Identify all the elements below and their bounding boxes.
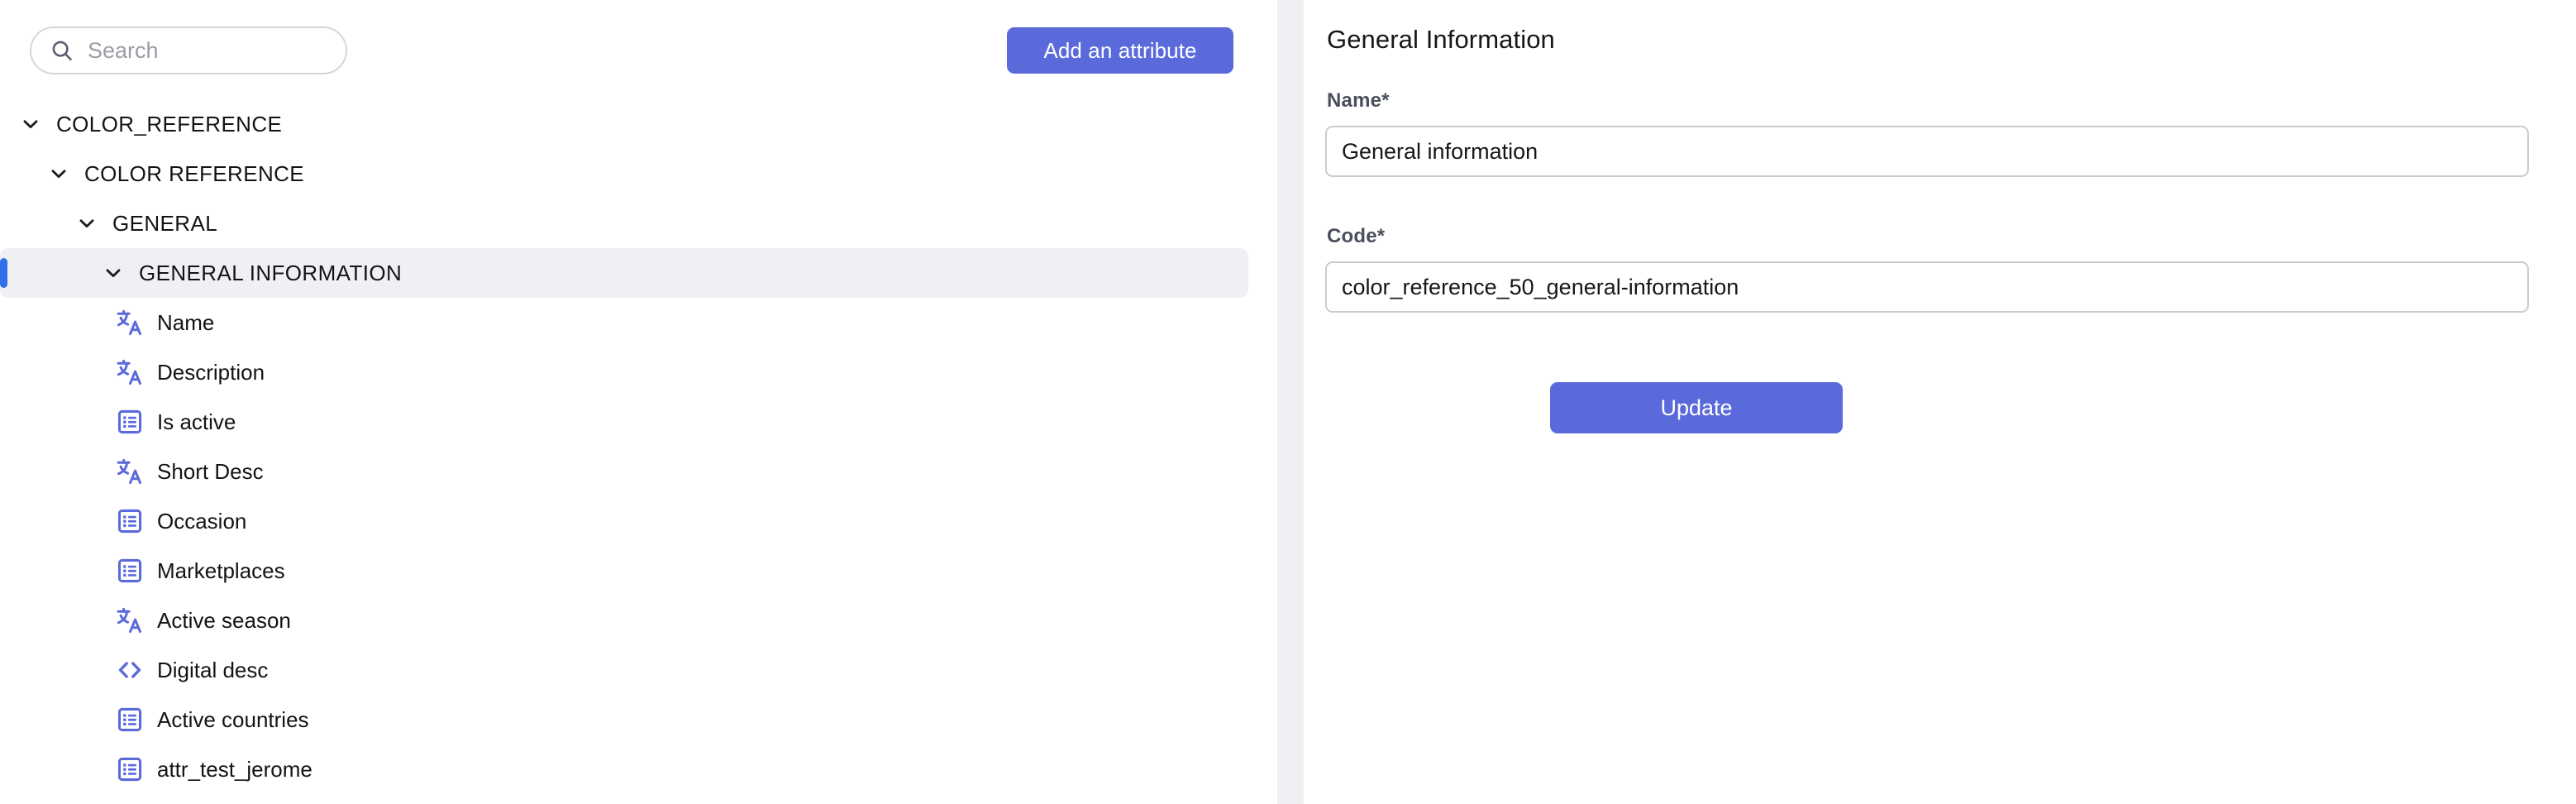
selection-indicator xyxy=(0,258,7,288)
tree-attribute-label: Active season xyxy=(157,607,291,633)
list-icon xyxy=(116,507,144,535)
chevron-down-icon[interactable] xyxy=(18,112,43,136)
search-icon xyxy=(50,38,74,63)
tree-group-row[interactable]: GENERAL xyxy=(0,199,1248,248)
tree-attribute-row[interactable]: Is active xyxy=(0,397,1248,447)
tree-attribute-row[interactable]: Description xyxy=(0,347,1248,397)
search-box[interactable] xyxy=(30,26,347,74)
tree-group-label: GENERAL xyxy=(112,210,218,236)
code-icon xyxy=(116,656,144,684)
tree-attribute-label: Short Desc xyxy=(157,458,264,484)
translate-icon xyxy=(116,457,144,486)
code-field[interactable] xyxy=(1325,261,2529,313)
attribute-manager-screen: Add an attribute COLOR_REFERENCE COLOR RE… xyxy=(0,0,2576,804)
attribute-tree: COLOR_REFERENCE COLOR REFERENCE GENERAL GEN… xyxy=(0,99,1277,794)
tree-attribute-label: Name xyxy=(157,309,215,335)
tree-attribute-label: Digital desc xyxy=(157,657,269,682)
tree-attribute-row[interactable]: Digital desc xyxy=(0,645,1248,695)
translate-icon xyxy=(116,309,144,337)
tree-toolbar: Add an attribute xyxy=(0,0,1277,74)
tree-group-label: COLOR_REFERENCE xyxy=(56,111,283,136)
code-field-label: Code* xyxy=(1327,225,1386,247)
tree-group-label: GENERAL INFORMATION xyxy=(139,260,403,285)
page-title: General Information xyxy=(1327,25,1555,54)
search-input[interactable] xyxy=(88,37,327,64)
tree-attribute-label: Description xyxy=(157,359,265,385)
attribute-detail-panel: General Information Name* Code* Update xyxy=(1304,0,2576,804)
list-icon xyxy=(116,408,144,436)
tree-attribute-row[interactable]: Active countries xyxy=(0,695,1248,744)
tree-attribute-label: Marketplaces xyxy=(157,558,285,583)
panel-divider xyxy=(1277,0,1304,804)
list-icon xyxy=(116,706,144,734)
chevron-down-icon[interactable] xyxy=(101,261,126,285)
tree-attribute-row[interactable]: Name xyxy=(0,298,1248,347)
tree-attribute-row[interactable]: Short Desc xyxy=(0,447,1248,496)
list-icon xyxy=(116,755,144,783)
tree-group-row[interactable]: GENERAL INFORMATION xyxy=(0,248,1248,298)
tree-group-label: COLOR REFERENCE xyxy=(84,160,305,186)
tree-attribute-label: Occasion xyxy=(157,508,247,534)
update-button[interactable]: Update xyxy=(1550,382,1843,433)
attribute-tree-panel: Add an attribute COLOR_REFERENCE COLOR RE… xyxy=(0,0,1277,804)
tree-attribute-row[interactable]: Occasion xyxy=(0,496,1248,546)
list-icon xyxy=(116,557,144,585)
tree-attribute-row[interactable]: Marketplaces xyxy=(0,546,1248,596)
translate-icon xyxy=(116,606,144,634)
translate-icon xyxy=(116,358,144,386)
tree-attribute-row[interactable]: attr_test_jerome xyxy=(0,744,1248,794)
tree-group-row[interactable]: COLOR_REFERENCE xyxy=(0,99,1248,149)
tree-group-row[interactable]: COLOR REFERENCE xyxy=(0,149,1248,199)
tree-attribute-row[interactable]: Active season xyxy=(0,596,1248,645)
add-attribute-button[interactable]: Add an attribute xyxy=(1007,27,1233,74)
name-field[interactable] xyxy=(1325,126,2529,177)
tree-attribute-label: Is active xyxy=(157,409,236,434)
name-field-label: Name* xyxy=(1327,89,1390,112)
chevron-down-icon[interactable] xyxy=(46,161,71,186)
tree-attribute-label: Active countries xyxy=(157,706,309,732)
tree-attribute-label: attr_test_jerome xyxy=(157,756,312,782)
chevron-down-icon[interactable] xyxy=(74,211,99,236)
